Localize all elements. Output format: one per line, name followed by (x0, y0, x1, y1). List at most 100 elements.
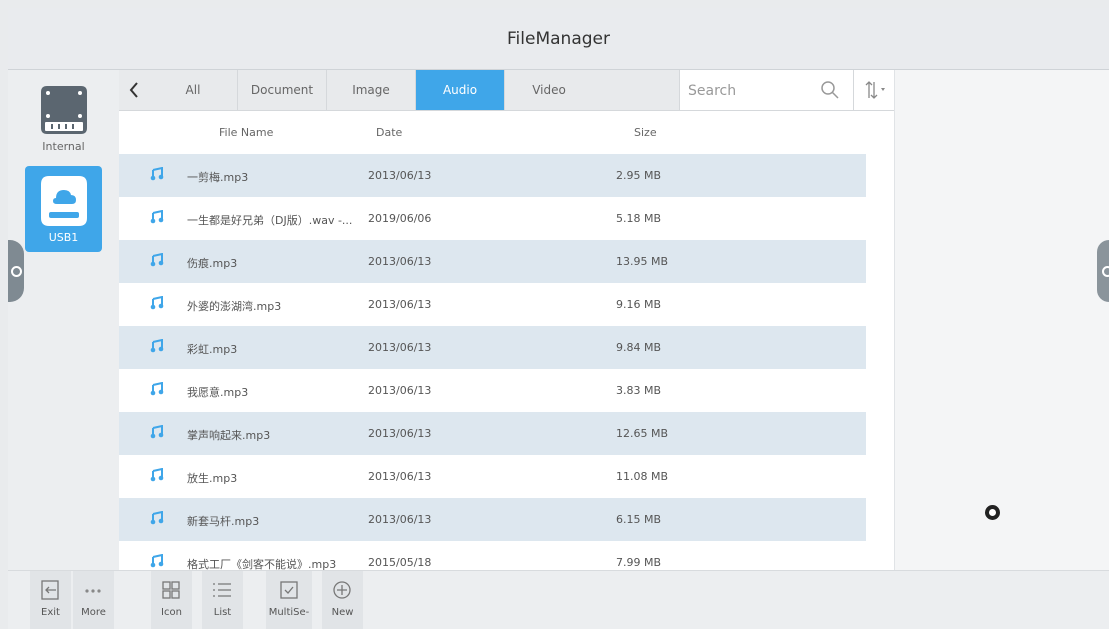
column-header-name[interactable]: File Name (219, 126, 273, 139)
search-icon[interactable] (820, 80, 840, 100)
list-view-icon (213, 583, 231, 597)
tab-audio[interactable]: Audio (416, 70, 505, 110)
file-date: 2013/06/13 (368, 513, 432, 526)
file-size: 12.65 MB (616, 427, 669, 440)
multi-select-label: MultiSe- (268, 607, 310, 618)
file-row[interactable]: 外婆的澎湖湾.mp3 2013/06/13 9.16 MB (119, 283, 866, 326)
file-row[interactable]: 格式工厂《剑客不能说》.mp3 2015/05/18 7.99 MB (119, 541, 866, 570)
exit-button[interactable]: Exit (30, 571, 71, 629)
list-view-label: List (213, 607, 232, 618)
more-dots-icon (85, 589, 101, 593)
tab-image[interactable]: Image (327, 70, 416, 110)
list-view-button[interactable]: List (202, 571, 243, 629)
music-note-icon (150, 210, 164, 224)
exit-icon (41, 580, 59, 600)
file-name: 一剪梅.mp3 (187, 171, 249, 184)
file-row[interactable]: 放生.mp3 2013/06/13 11.08 MB (119, 455, 866, 498)
sort-icon (865, 81, 885, 99)
file-date: 2013/06/13 (368, 169, 432, 182)
plus-circle-icon (333, 581, 351, 599)
search-input[interactable] (686, 79, 815, 103)
file-size: 5.18 MB (616, 212, 662, 225)
column-header-size[interactable]: Size (634, 126, 657, 139)
device-label: USB1 (48, 231, 79, 244)
tab-video[interactable]: Video (505, 70, 593, 110)
file-date: 2013/06/13 (368, 427, 432, 440)
column-headers: File Name Date Size (119, 111, 894, 154)
file-date: 2013/06/13 (368, 470, 432, 483)
right-drawer-handle[interactable] (1097, 240, 1109, 302)
grid-view-icon (162, 581, 180, 599)
icon-view-button[interactable]: Icon (151, 571, 192, 629)
music-note-icon (150, 339, 164, 353)
file-size: 11.08 MB (616, 470, 669, 483)
file-date: 2019/06/06 (368, 212, 432, 225)
file-list-panel: All Document Image Audio Video Search Fi… (119, 70, 894, 570)
bottom-toolbar: Exit More Icon List MultiSe- New (8, 570, 1109, 629)
file-row[interactable]: 一剪梅.mp3 2013/06/13 2.95 MB (119, 154, 866, 197)
file-name: 我愿意.mp3 (187, 386, 249, 399)
more-button[interactable]: More (73, 571, 114, 629)
file-size: 9.84 MB (616, 341, 662, 354)
file-manager-window: FileManager Internal USB1 All Document I… (8, 8, 1109, 629)
file-name: 新套马杆.mp3 (187, 515, 260, 528)
file-date: 2013/06/13 (368, 255, 432, 268)
search-box (679, 70, 853, 110)
sort-button[interactable] (853, 70, 894, 110)
pointer-cursor-icon (985, 505, 1000, 520)
title-bar: FileManager (8, 8, 1109, 70)
music-note-icon (150, 382, 164, 396)
hard-drive-icon (41, 86, 87, 134)
file-date: 2013/06/13 (368, 384, 432, 397)
music-note-icon (150, 167, 164, 181)
file-row[interactable]: 掌声响起来.mp3 2013/06/13 12.65 MB (119, 412, 866, 455)
music-note-icon (150, 425, 164, 439)
device-internal[interactable]: Internal (25, 80, 102, 166)
preview-area (894, 70, 1109, 570)
file-size: 3.83 MB (616, 384, 662, 397)
device-usb1[interactable]: USB1 (25, 166, 102, 252)
file-size: 9.16 MB (616, 298, 662, 311)
music-note-icon (150, 296, 164, 310)
file-name: 伤痕.mp3 (187, 257, 238, 270)
usb-drive-icon (41, 176, 87, 226)
file-name: 放生.mp3 (187, 472, 238, 485)
multi-select-button[interactable]: MultiSe- (266, 571, 312, 629)
file-row[interactable]: 新套马杆.mp3 2013/06/13 6.15 MB (119, 498, 866, 541)
file-date: 2013/06/13 (368, 298, 432, 311)
file-size: 2.95 MB (616, 169, 662, 182)
file-name: 掌声响起来.mp3 (187, 429, 271, 442)
file-name: 外婆的澎湖湾.mp3 (187, 300, 282, 313)
back-button[interactable] (119, 70, 149, 110)
music-note-icon (150, 468, 164, 482)
new-button[interactable]: New (322, 571, 363, 629)
file-size: 13.95 MB (616, 255, 669, 268)
window-title: FileManager (507, 28, 610, 49)
file-row[interactable]: 我愿意.mp3 2013/06/13 3.83 MB (119, 369, 866, 412)
file-row[interactable]: 彩虹.mp3 2013/06/13 9.84 MB (119, 326, 866, 369)
file-name: 彩虹.mp3 (187, 343, 238, 356)
device-label: Internal (42, 140, 85, 153)
file-size: 7.99 MB (616, 556, 662, 569)
file-list: 一剪梅.mp3 2013/06/13 2.95 MB 一生都是好兄弟（DJ版）.… (119, 154, 894, 570)
new-label: New (331, 607, 354, 618)
file-row[interactable]: 一生都是好兄弟（DJ版）.wav -... 2019/06/06 5.18 MB (119, 197, 866, 240)
music-note-icon (150, 253, 164, 267)
more-label: More (81, 607, 106, 618)
chevron-left-icon (129, 82, 138, 98)
file-size: 6.15 MB (616, 513, 662, 526)
file-date: 2013/06/13 (368, 341, 432, 354)
column-header-date[interactable]: Date (376, 126, 402, 139)
tab-document[interactable]: Document (238, 70, 327, 110)
icon-view-label: Icon (161, 607, 182, 618)
left-drawer-handle[interactable] (8, 240, 24, 302)
file-name: 一生都是好兄弟（DJ版）.wav -... (187, 214, 353, 227)
exit-label: Exit (41, 607, 60, 618)
file-row[interactable]: 伤痕.mp3 2013/06/13 13.95 MB (119, 240, 866, 283)
checkbox-icon (280, 581, 298, 599)
music-note-icon (150, 554, 164, 568)
file-name: 格式工厂《剑客不能说》.mp3 (187, 558, 337, 570)
device-sidebar: Internal USB1 (8, 70, 119, 570)
tab-all[interactable]: All (149, 70, 238, 110)
file-date: 2015/05/18 (368, 556, 432, 569)
